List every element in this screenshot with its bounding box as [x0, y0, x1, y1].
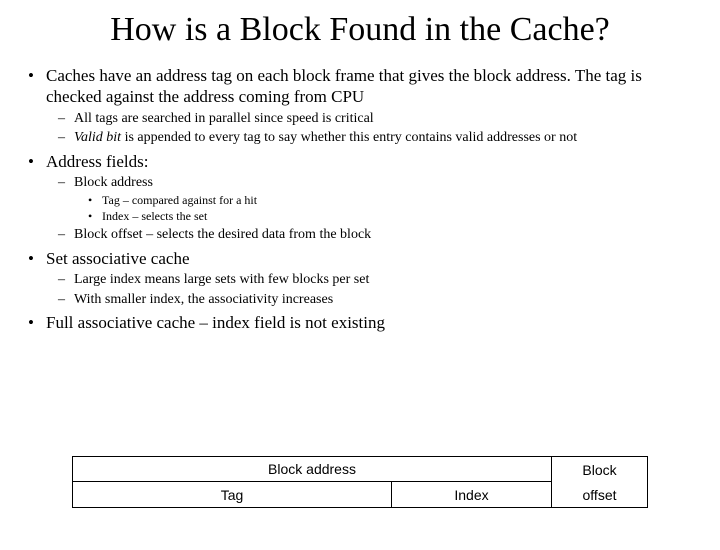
block-offset-cell-bottom: offset: [552, 482, 648, 508]
tag-cell: Tag: [72, 482, 392, 508]
slide-title: How is a Block Found in the Cache?: [30, 10, 690, 49]
index-cell: Index: [392, 482, 552, 508]
bullet-2-sub-1-text: Block address: [74, 175, 153, 190]
bullet-3-sub: Large index means large sets with few bl…: [46, 271, 700, 308]
bullet-1-sub-1: All tags are searched in parallel since …: [46, 110, 700, 128]
bullet-1-sub-2-italic: Valid bit: [74, 130, 121, 145]
bullet-2-sub: Block address Tag – compared against for…: [46, 174, 700, 244]
bullet-2: Address fields: Block address Tag – comp…: [20, 151, 700, 244]
diagram-row-top: Block address Block: [72, 456, 648, 482]
block-offset-cell-top: Block: [552, 456, 648, 482]
bullet-1: Caches have an address tag on each block…: [20, 65, 700, 147]
slide: How is a Block Found in the Cache? Cache…: [0, 10, 720, 550]
bullet-3-sub-2: With smaller index, the associativity in…: [46, 291, 700, 309]
bullet-3-sub-1: Large index means large sets with few bl…: [46, 271, 700, 289]
bullet-1-text: Caches have an address tag on each block…: [46, 66, 642, 106]
bullet-2-text: Address fields:: [46, 152, 148, 171]
bullet-1-sub-2-rest: is appended to every tag to say whether …: [121, 130, 577, 145]
bullet-2-sub-2: Block offset – selects the desired data …: [46, 226, 700, 244]
address-diagram: Block address Block Tag Index offset: [72, 456, 648, 508]
bullet-4: Full associative cache – index field is …: [20, 312, 700, 333]
bullet-3-text: Set associative cache: [46, 249, 190, 268]
slide-content: Caches have an address tag on each block…: [20, 65, 700, 333]
bullet-2-sub-1: Block address Tag – compared against for…: [46, 174, 700, 225]
bullet-2-sub-1-c2: Index – selects the set: [74, 209, 700, 224]
diagram-row-bottom: Tag Index offset: [72, 482, 648, 508]
bullet-list: Caches have an address tag on each block…: [20, 65, 700, 333]
bullet-2-sub-1-c1: Tag – compared against for a hit: [74, 193, 700, 208]
block-address-cell: Block address: [72, 456, 552, 482]
bullet-2-sub-1-sub: Tag – compared against for a hit Index –…: [74, 193, 700, 224]
bullet-4-text: Full associative cache – index field is …: [46, 313, 385, 332]
bullet-1-sub-2: Valid bit is appended to every tag to sa…: [46, 129, 700, 147]
bullet-1-sub: All tags are searched in parallel since …: [46, 110, 700, 147]
bullet-3: Set associative cache Large index means …: [20, 248, 700, 308]
